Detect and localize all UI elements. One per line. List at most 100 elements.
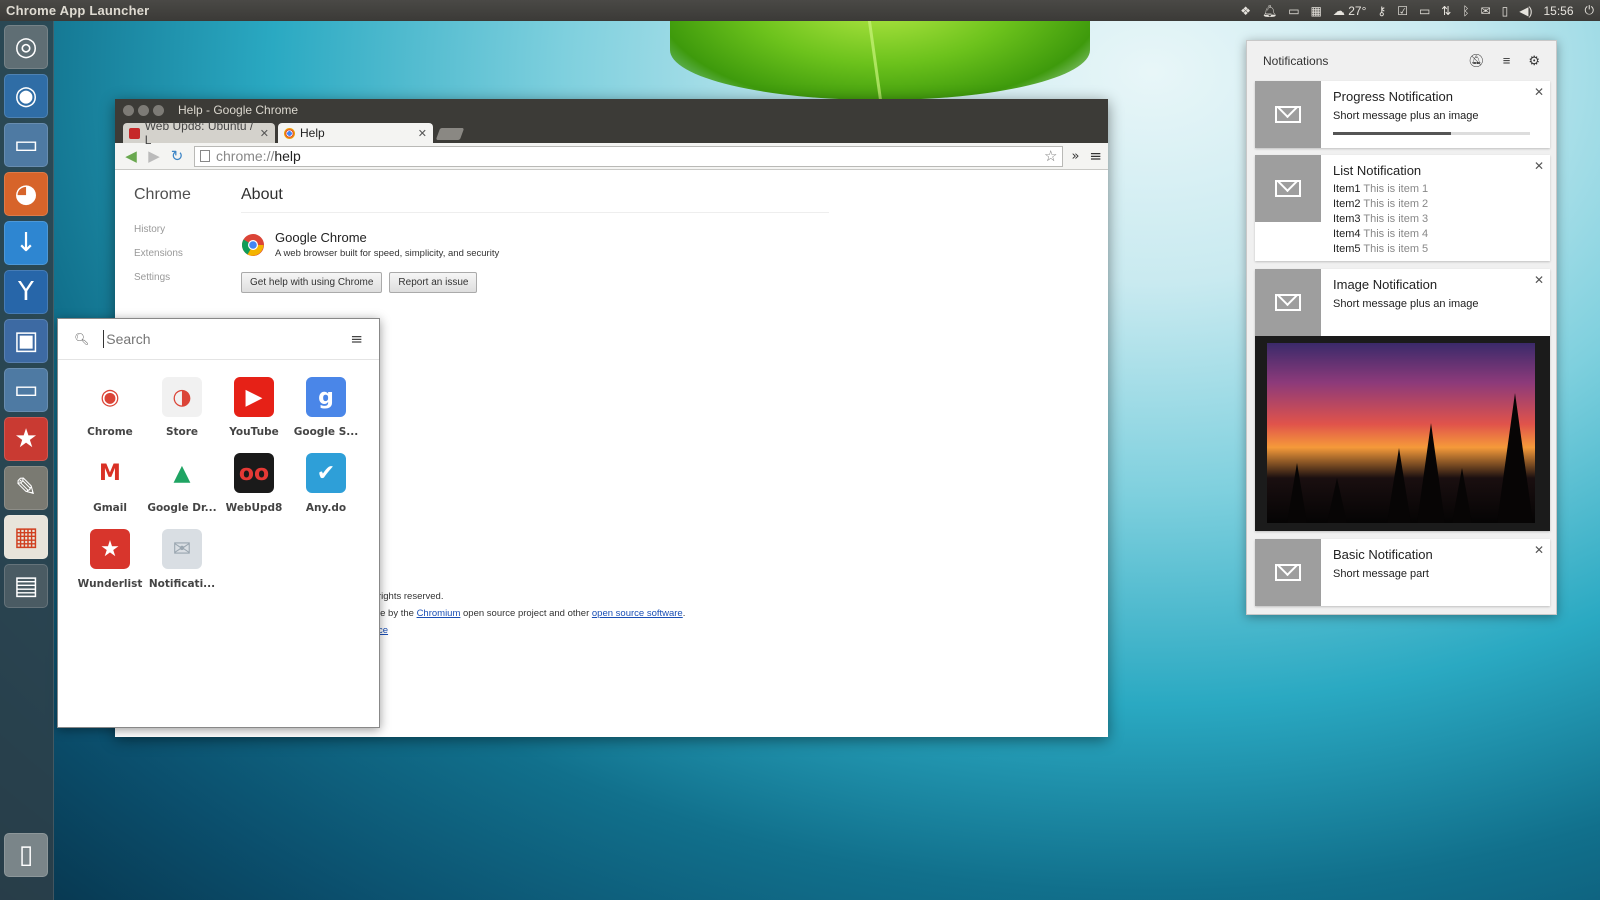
back-arrow-icon[interactable]: ◀ (121, 147, 141, 165)
clock[interactable]: 15:56 (1543, 4, 1573, 18)
bluetooth-icon[interactable]: ᛒ (1462, 4, 1469, 18)
notification-card-progress[interactable]: Progress Notification Short message plus… (1255, 81, 1550, 148)
list-item: Item3 This is item 3 (1333, 212, 1538, 227)
close-icon[interactable]: ✕ (1534, 159, 1544, 173)
close-icon[interactable]: ✕ (1534, 85, 1544, 99)
checkbox-icon[interactable]: ☑ (1397, 4, 1408, 18)
extensions-overflow-icon[interactable]: » (1071, 149, 1079, 164)
close-window-button[interactable] (123, 104, 134, 116)
maximize-window-button[interactable] (153, 104, 164, 116)
reload-icon[interactable]: ↻ (167, 147, 187, 165)
search-input[interactable] (103, 330, 309, 348)
mute-bell-icon[interactable]: 🔕︎ (1468, 53, 1485, 69)
usb-icon[interactable]: ⚷ (1377, 4, 1386, 18)
chromium-link[interactable]: Chromium (417, 608, 461, 619)
tree-silhouette (1452, 468, 1472, 523)
sidebar-item-extensions[interactable]: Extensions (134, 248, 191, 259)
minimize-window-button[interactable] (138, 104, 149, 116)
bookmark-star-icon[interactable]: ☆ (1044, 147, 1057, 165)
launcher-item-workspaces[interactable]: ▤ (4, 564, 48, 608)
app-label: Wunderlist (77, 578, 143, 590)
close-icon[interactable]: ✕ (1534, 273, 1544, 287)
temperature: 27° (1348, 3, 1367, 18)
launcher-item-downloader[interactable]: ↓ (4, 221, 48, 265)
product-info: Google Chrome A web browser built for sp… (241, 230, 829, 259)
app-label: YouTube (229, 426, 279, 438)
url-scheme: chrome:// (216, 148, 275, 164)
tree-silhouette (1417, 423, 1445, 523)
app-tile[interactable]: ▶ YouTube (218, 377, 290, 438)
tab-help[interactable]: Help ✕ (278, 123, 433, 143)
folder-icon[interactable]: ▭ (1288, 4, 1299, 18)
close-tab-icon[interactable]: ✕ (418, 127, 427, 140)
app-tile[interactable]: ★ Wunderlist (74, 529, 146, 590)
app-tile[interactable]: M Gmail (74, 453, 146, 514)
launcher-item-dash-home[interactable]: ◎ (4, 25, 48, 69)
launcher-item-chrome[interactable]: ◉ (4, 74, 48, 118)
list-item: Item1 This is item 1 (1333, 182, 1538, 197)
downloader-icon: ↓ (15, 228, 37, 258)
launcher-item-wunderlist[interactable]: ★ (4, 417, 48, 461)
notification-card-list[interactable]: List Notification Item1 This is item 1 It… (1255, 155, 1550, 261)
app-tile[interactable]: g Google S... (290, 377, 362, 438)
tab-webupd8[interactable]: Web Upd8: Ubuntu / L ✕ (123, 119, 275, 147)
battery-icon[interactable]: ▯ (1502, 4, 1509, 18)
notification-card-image[interactable]: Image Notification Short message plus an… (1255, 269, 1550, 531)
get-help-button[interactable]: Get help with using Chrome (241, 272, 383, 293)
report-issue-button[interactable]: Report an issue (389, 272, 478, 293)
list-item-key: Item1 (1333, 183, 1361, 195)
open-source-link[interactable]: open source software (592, 608, 683, 619)
window-titlebar[interactable]: Help - Google Chrome (115, 99, 1108, 121)
launcher-item-text-editor[interactable]: ✎ (4, 466, 48, 510)
launcher-item-y-ppa-manager[interactable]: Y (4, 270, 48, 314)
forward-arrow-icon[interactable]: ▶ (144, 147, 164, 165)
app-tile[interactable]: oo WebUpd8 (218, 453, 290, 514)
app-tile[interactable]: ▲ Google Dr... (146, 453, 218, 514)
launcher-item-firefox[interactable]: ◕ (4, 172, 48, 216)
close-icon[interactable]: ✕ (1534, 543, 1544, 557)
launcher-item-virtualbox[interactable]: ▣ (4, 319, 48, 363)
legal-text-fragment: . (682, 608, 686, 619)
chrome-menu-icon[interactable]: ≡ (1089, 147, 1102, 165)
product-description: A web browser built for speed, simplicit… (275, 248, 500, 259)
screen-icon[interactable]: ▭ (1419, 4, 1430, 18)
notification-card-basic[interactable]: Basic Notification Short message part ✕ (1255, 539, 1550, 606)
weather-icon[interactable]: ☁ 27° (1333, 4, 1367, 18)
calendar-icon[interactable]: ▦ (1311, 4, 1322, 18)
dropbox-icon[interactable]: ❖ (1240, 4, 1251, 18)
launcher-item-file-manager[interactable]: ▭ (4, 368, 48, 412)
notification-message: Short message part (1333, 568, 1429, 580)
volume-icon[interactable]: ◀) (1519, 4, 1532, 18)
sidebar-item-settings[interactable]: Settings (134, 272, 191, 283)
mail-icon[interactable]: ✉ (1481, 4, 1491, 18)
app-icon: M (90, 453, 130, 493)
bell-icon[interactable]: 🔔︎ (1262, 4, 1277, 18)
chrome-favicon-icon (284, 127, 295, 139)
about-section: About Google Chrome A web browser built … (241, 186, 829, 293)
launcher-item-files[interactable]: ▭ (4, 123, 48, 167)
app-tile[interactable]: ◉ Chrome (74, 377, 146, 438)
launcher-menu-icon[interactable]: ≡ (350, 330, 363, 348)
network-icon[interactable]: ⇅ (1441, 4, 1451, 18)
address-bar[interactable]: chrome:// help ☆ (194, 145, 1064, 167)
power-icon[interactable]: ⏻ (1585, 3, 1595, 18)
notification-title: Basic Notification (1333, 547, 1433, 562)
help-button-row: Get help with using Chrome Report an iss… (241, 272, 829, 293)
clear-all-icon[interactable]: ≡ (1503, 53, 1511, 69)
app-label: Google S... (293, 426, 359, 438)
app-tile[interactable]: ◑ Store (146, 377, 218, 438)
launcher-item-app-launcher[interactable]: ▦ (4, 515, 48, 559)
gear-icon[interactable]: ⚙ (1528, 53, 1540, 69)
dash-home-icon: ◎ (14, 32, 38, 62)
sidebar-item-history[interactable]: History (134, 224, 191, 235)
launcher-item-trash[interactable]: ▯ (4, 833, 48, 877)
app-tile[interactable]: ✔ Any.do (290, 453, 362, 514)
notification-thumb (1255, 269, 1321, 336)
notification-message: Short message plus an image (1333, 110, 1479, 122)
close-tab-icon[interactable]: ✕ (260, 127, 269, 140)
app-tile[interactable]: ✉ Notificati... (146, 529, 218, 590)
app-icon: ▶ (234, 377, 274, 417)
new-tab-button[interactable] (435, 128, 465, 140)
trash-icon: ▯ (18, 840, 34, 870)
tab-label: Help (300, 126, 325, 140)
